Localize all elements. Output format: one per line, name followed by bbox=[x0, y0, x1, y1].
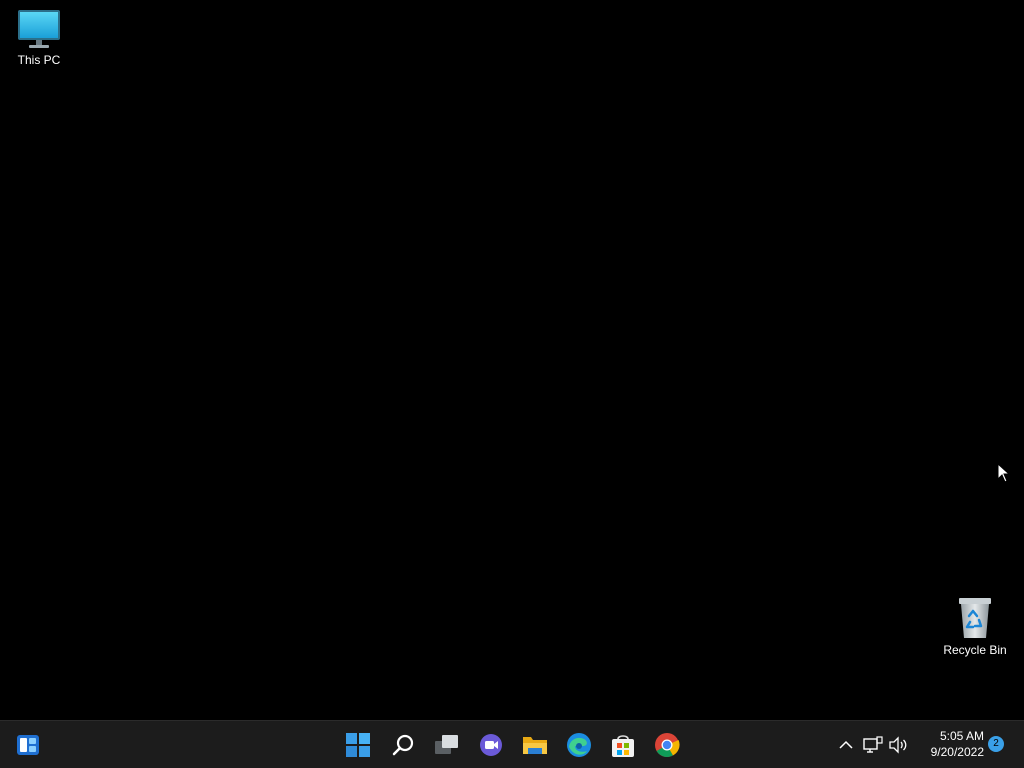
recycle-bin-icon bbox=[959, 598, 991, 638]
recycle-bin-desktop-icon[interactable]: Recycle Bin bbox=[937, 596, 1013, 657]
search-icon bbox=[392, 734, 414, 756]
edge-button[interactable] bbox=[563, 729, 595, 761]
edge-icon bbox=[567, 733, 591, 757]
windows-start-icon bbox=[346, 733, 370, 757]
volume-icon bbox=[889, 736, 907, 754]
widgets-icon bbox=[17, 735, 39, 755]
chrome-icon bbox=[655, 733, 680, 758]
task-view-button[interactable] bbox=[431, 729, 463, 761]
chat-button[interactable] bbox=[475, 729, 507, 761]
recycle-bin-label: Recycle Bin bbox=[943, 643, 1007, 657]
network-status-button[interactable] bbox=[862, 733, 884, 757]
task-view-icon bbox=[435, 735, 458, 754]
notification-count-badge[interactable]: 2 bbox=[988, 736, 1004, 752]
network-icon bbox=[863, 736, 883, 753]
mouse-cursor-icon bbox=[997, 463, 1011, 483]
show-hidden-icons-button[interactable] bbox=[836, 733, 856, 757]
start-button[interactable] bbox=[342, 729, 374, 761]
chevron-up-icon bbox=[839, 740, 853, 749]
widgets-button[interactable] bbox=[12, 729, 44, 761]
this-pc-label: This PC bbox=[17, 53, 61, 67]
store-icon bbox=[612, 735, 634, 757]
folder-icon bbox=[523, 737, 547, 754]
clock-button[interactable]: 5:05 AM 9/20/2022 bbox=[914, 728, 984, 760]
microsoft-store-button[interactable] bbox=[607, 729, 639, 761]
teams-chat-icon bbox=[480, 734, 502, 756]
this-pc-desktop-icon[interactable]: This PC bbox=[1, 8, 77, 67]
desktop[interactable]: This PC Recycle Bin bbox=[0, 0, 1024, 720]
volume-button[interactable] bbox=[887, 733, 909, 757]
file-explorer-button[interactable] bbox=[519, 729, 551, 761]
clock-time: 5:05 AM bbox=[939, 729, 984, 743]
chrome-button[interactable] bbox=[651, 729, 683, 761]
taskbar: 5:05 AM 9/20/2022 bbox=[0, 720, 1024, 768]
monitor-icon bbox=[18, 10, 60, 48]
clock-date: 9/20/2022 bbox=[930, 745, 984, 759]
search-button[interactable] bbox=[387, 729, 419, 761]
